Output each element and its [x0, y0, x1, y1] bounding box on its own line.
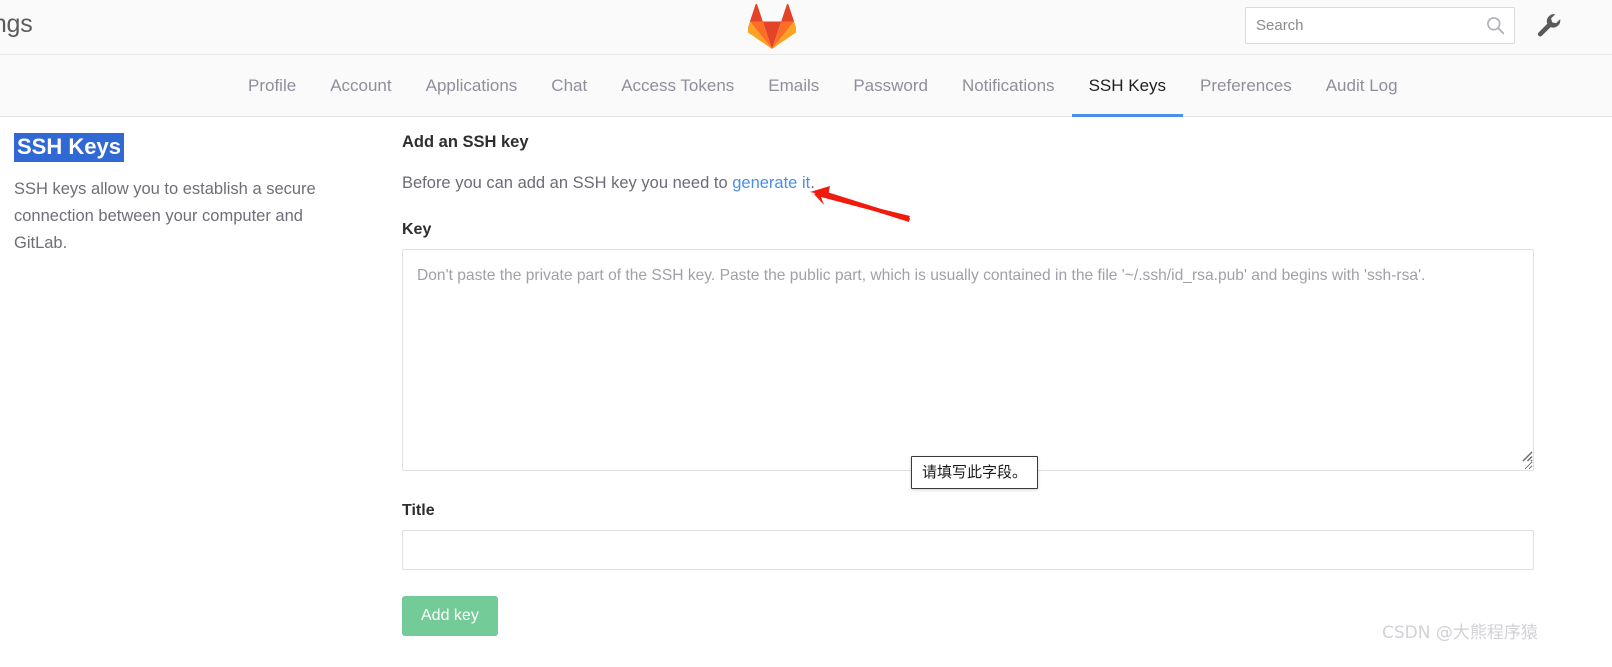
title-field-label: Title: [402, 502, 435, 519]
tab-applications[interactable]: Applications: [409, 55, 535, 117]
page-title: ttings: [0, 10, 33, 38]
ssh-key-title-input[interactable]: [402, 530, 1534, 570]
gitlab-user-settings-page: ttings Profile Ac: [0, 0, 1612, 667]
csdn-watermark: CSDN @大熊程序猿: [1382, 623, 1538, 643]
add-key-button[interactable]: Add key: [402, 596, 498, 636]
search-icon[interactable]: [1486, 16, 1505, 35]
generate-it-link[interactable]: generate it: [732, 174, 810, 192]
sidebar-heading: SSH Keys: [14, 133, 124, 163]
lead-prefix: Before you can add an SSH key you need t…: [402, 174, 733, 192]
sidebar-info-panel: SSH Keys SSH keys allow you to establish…: [14, 133, 354, 256]
tab-ssh-keys[interactable]: SSH Keys: [1071, 55, 1184, 117]
validation-tooltip: 请填写此字段。: [911, 456, 1039, 489]
wrench-icon[interactable]: [1534, 10, 1564, 40]
tab-audit-log[interactable]: Audit Log: [1309, 55, 1415, 117]
tab-profile[interactable]: Profile: [248, 55, 313, 117]
settings-tab-bar: Profile Account Applications Chat Access…: [0, 55, 1612, 117]
tab-preferences[interactable]: Preferences: [1183, 55, 1309, 117]
key-field-label: Key: [402, 221, 432, 238]
tab-chat[interactable]: Chat: [534, 55, 604, 117]
sidebar-description: SSH keys allow you to establish a secure…: [14, 180, 316, 252]
lead-suffix: .: [810, 174, 815, 192]
add-ssh-key-form: Add an SSH key Before you can add an SSH…: [402, 133, 1534, 636]
search-box[interactable]: [1245, 7, 1515, 44]
gitlab-logo-svg: [746, 4, 798, 49]
tab-account[interactable]: Account: [313, 55, 408, 117]
form-lead-text: Before you can add an SSH key you need t…: [402, 174, 1534, 193]
ssh-key-textarea[interactable]: [402, 249, 1534, 471]
tab-access-tokens[interactable]: Access Tokens: [604, 55, 751, 117]
tab-notifications[interactable]: Notifications: [945, 55, 1072, 117]
gitlab-tanuki-logo[interactable]: [746, 4, 798, 50]
search-input[interactable]: [1246, 8, 1478, 43]
form-heading: Add an SSH key: [402, 133, 529, 151]
settings-tab-list: Profile Account Applications Chat Access…: [248, 55, 1415, 117]
top-navigation-bar: ttings: [0, 0, 1612, 55]
tab-emails[interactable]: Emails: [751, 55, 836, 117]
tab-password[interactable]: Password: [836, 55, 945, 117]
